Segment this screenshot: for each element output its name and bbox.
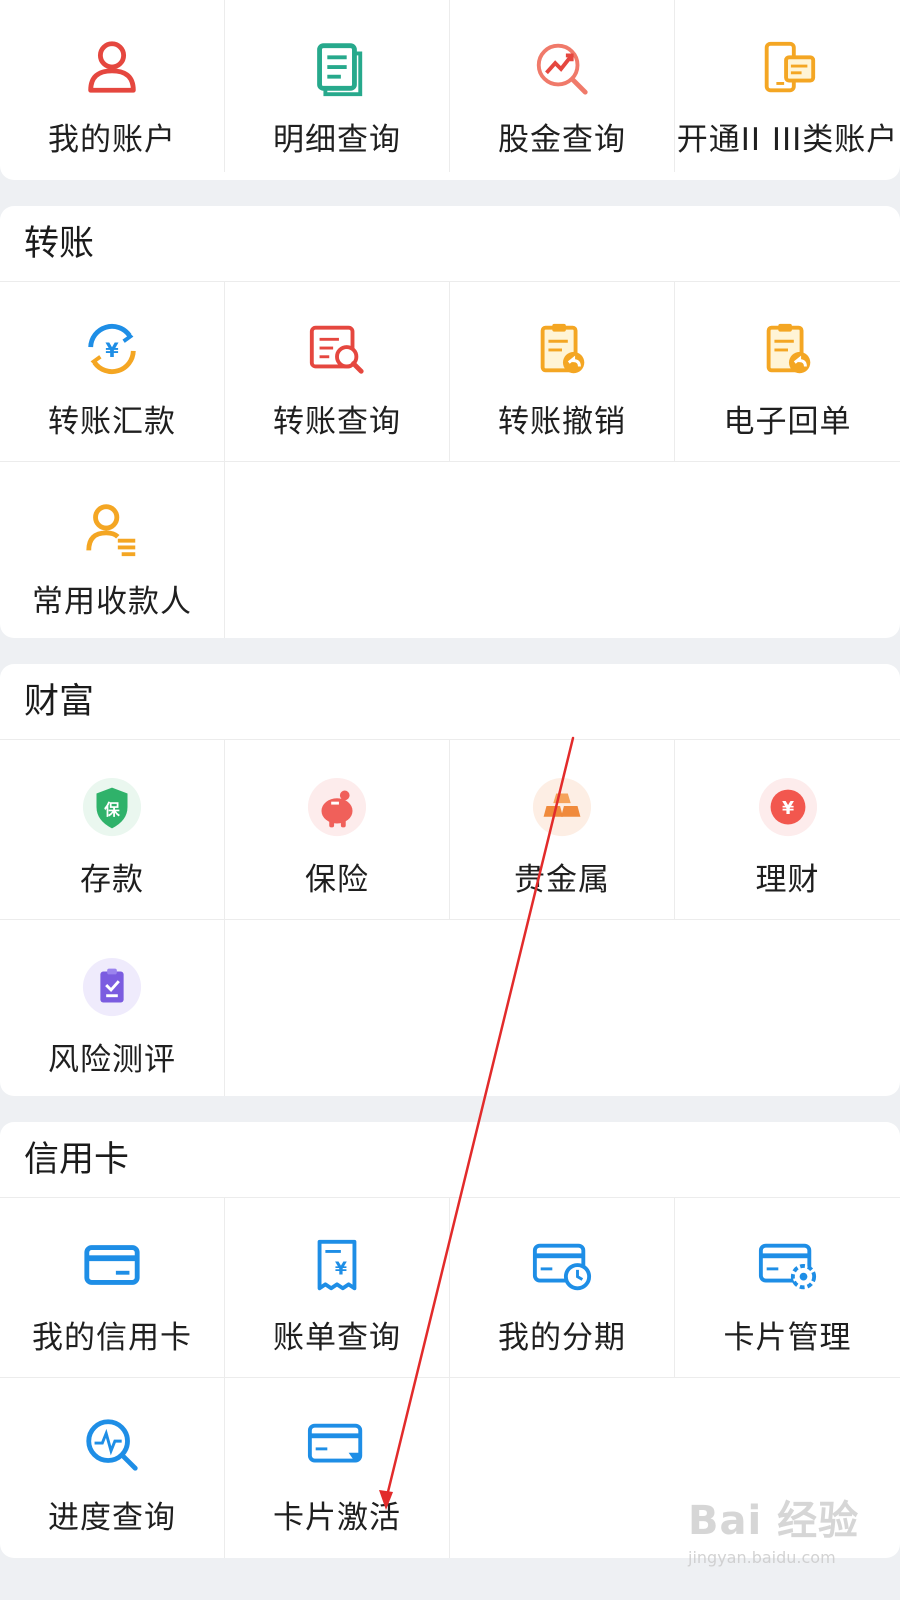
phone-card-icon xyxy=(755,34,821,100)
svg-text:¥: ¥ xyxy=(335,1260,347,1280)
credit-card-icon xyxy=(79,1232,145,1298)
precious-metal-label: 贵金属 xyxy=(514,862,610,898)
deposit-entry[interactable]: 保 存款 xyxy=(0,740,225,920)
financing-label: 理财 xyxy=(755,862,820,898)
my-account-entry[interactable]: 我的账户 xyxy=(0,0,225,172)
wealth-section: 财富 保 存款 保险 贵金属 ¥ 理财 风险测评 xyxy=(0,664,900,1096)
card-management-label: 卡片管理 xyxy=(723,1320,852,1356)
yuan-coin-icon: ¥ xyxy=(755,774,821,840)
wealth-row-2: 风险测评 xyxy=(0,920,900,1096)
accounts-section: 我的账户 明细查询 股金查询 开通II III类账户 xyxy=(0,0,900,180)
transfer-remit-entry[interactable]: ¥ 转账汇款 xyxy=(0,282,225,462)
wealth-row-1: 保 存款 保险 贵金属 ¥ 理财 xyxy=(0,740,900,920)
detail-query-entry[interactable]: 明细查询 xyxy=(225,0,450,172)
empty-cell xyxy=(225,920,900,1096)
my-credit-card-label: 我的信用卡 xyxy=(32,1320,192,1356)
deposit-badge: 保 xyxy=(103,800,120,819)
transfer-query-label: 转账查询 xyxy=(273,404,401,440)
empty-cell xyxy=(225,462,900,638)
transfer-remit-label: 转账汇款 xyxy=(48,404,176,440)
detail-query-label: 明细查询 xyxy=(273,122,401,158)
document-list-icon xyxy=(304,34,370,100)
progress-query-entry[interactable]: 进度查询 xyxy=(0,1378,225,1558)
credit-section: 信用卡 我的信用卡 ¥ 账单查询 我的分期 卡片管理 进度查询 卡片激活 xyxy=(0,1122,900,1558)
pulse-search-icon xyxy=(79,1412,145,1478)
clipboard-check-icon xyxy=(79,954,145,1020)
share-query-entry[interactable]: 股金查询 xyxy=(450,0,675,172)
progress-query-label: 进度查询 xyxy=(48,1500,176,1536)
frequent-payee-entry[interactable]: 常用收款人 xyxy=(0,462,225,638)
svg-text:¥: ¥ xyxy=(105,339,119,362)
deposit-label: 存款 xyxy=(80,862,144,898)
wealth-section-title: 财富 xyxy=(0,664,900,740)
yuan-exchange-icon: ¥ xyxy=(79,316,145,382)
my-installment-entry[interactable]: 我的分期 xyxy=(450,1198,675,1378)
bill-query-label: 账单查询 xyxy=(273,1320,401,1356)
card-activation-entry[interactable]: 卡片激活 xyxy=(225,1378,450,1558)
credit-row-2: 进度查询 卡片激活 xyxy=(0,1378,900,1558)
receipt-search-icon xyxy=(304,316,370,382)
card-clock-icon xyxy=(529,1232,595,1298)
card-gear-icon xyxy=(755,1232,821,1298)
contact-list-icon xyxy=(79,496,145,562)
risk-assessment-label: 风险测评 xyxy=(48,1042,176,1078)
e-receipt-label: 电子回单 xyxy=(723,404,852,440)
open-account-label: 开通II III类账户 xyxy=(676,122,899,158)
insurance-label: 保险 xyxy=(305,862,369,898)
transfer-row-1: ¥ 转账汇款 转账查询 转账撤销 电子回单 xyxy=(0,282,900,462)
clipboard-undo-icon xyxy=(755,316,821,382)
empty-cell xyxy=(450,1378,900,1558)
frequent-payee-label: 常用收款人 xyxy=(32,584,192,620)
card-management-entry[interactable]: 卡片管理 xyxy=(675,1198,900,1378)
e-receipt-entry[interactable]: 电子回单 xyxy=(675,282,900,462)
card-activation-label: 卡片激活 xyxy=(273,1500,401,1536)
my-installment-label: 我的分期 xyxy=(498,1320,626,1356)
trend-search-icon xyxy=(529,34,595,100)
my-account-label: 我的账户 xyxy=(48,122,176,158)
transfer-revoke-label: 转账撤销 xyxy=(498,404,626,440)
transfer-query-entry[interactable]: 转账查询 xyxy=(225,282,450,462)
credit-section-title: 信用卡 xyxy=(0,1122,900,1198)
accounts-row: 我的账户 明细查询 股金查询 开通II III类账户 xyxy=(0,0,900,180)
clipboard-undo-icon xyxy=(529,316,595,382)
transfer-revoke-entry[interactable]: 转账撤销 xyxy=(450,282,675,462)
transfer-row-2: 常用收款人 xyxy=(0,462,900,638)
share-query-label: 股金查询 xyxy=(498,122,626,158)
shield-deposit-icon: 保 xyxy=(79,774,145,840)
precious-metal-entry[interactable]: 贵金属 xyxy=(450,740,675,920)
risk-assessment-entry[interactable]: 风险测评 xyxy=(0,920,225,1096)
user-icon xyxy=(79,34,145,100)
insurance-entry[interactable]: 保险 xyxy=(225,740,450,920)
card-activate-icon xyxy=(304,1412,370,1478)
open-account-entry[interactable]: 开通II III类账户 xyxy=(675,0,900,172)
financing-badge: ¥ xyxy=(781,799,793,819)
bill-icon: ¥ xyxy=(304,1232,370,1298)
transfer-section: 转账 ¥ 转账汇款 转账查询 转账撤销 电子回单 常用收款人 xyxy=(0,206,900,638)
my-credit-card-entry[interactable]: 我的信用卡 xyxy=(0,1198,225,1378)
financing-entry[interactable]: ¥ 理财 xyxy=(675,740,900,920)
gold-bars-icon xyxy=(529,774,595,840)
credit-row-1: 我的信用卡 ¥ 账单查询 我的分期 卡片管理 xyxy=(0,1198,900,1378)
transfer-section-title: 转账 xyxy=(0,206,900,282)
piggy-bank-icon xyxy=(304,774,370,840)
bill-query-entry[interactable]: ¥ 账单查询 xyxy=(225,1198,450,1378)
